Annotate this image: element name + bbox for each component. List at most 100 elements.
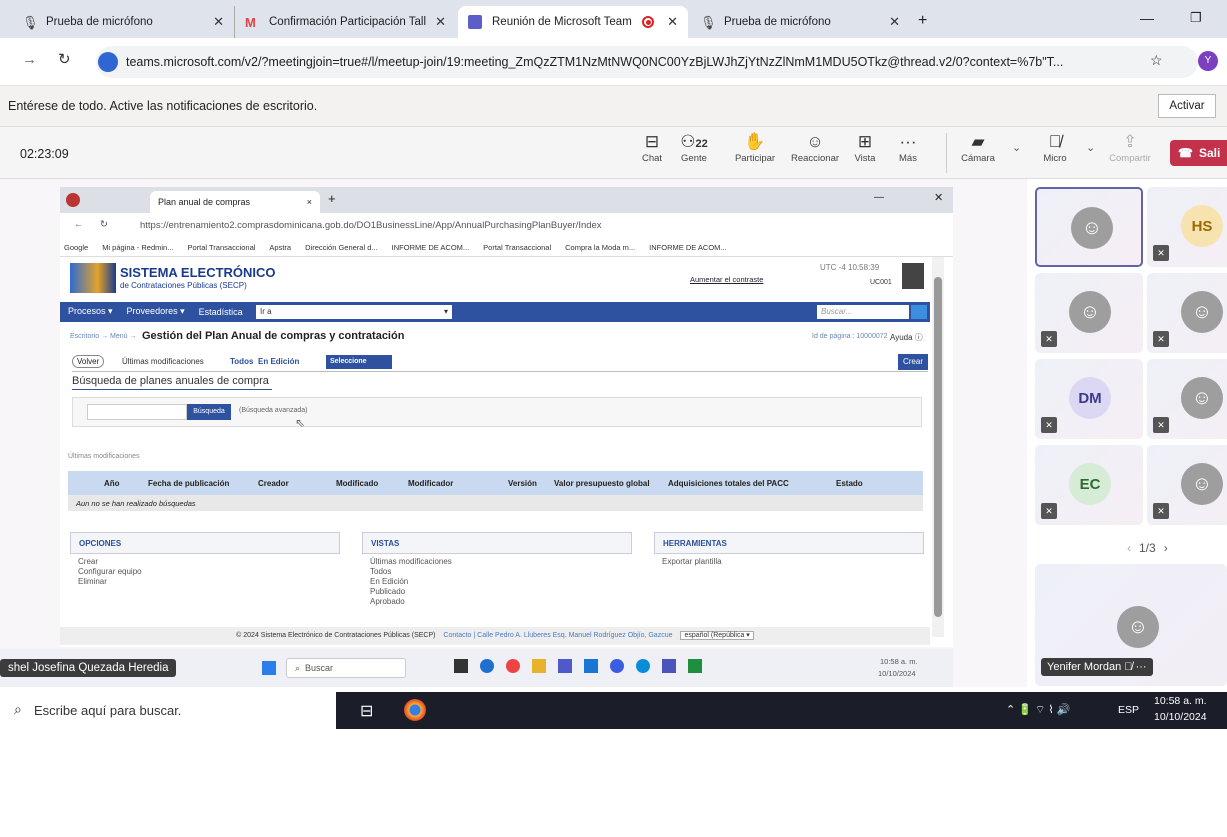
site-info-icon[interactable] <box>98 52 118 72</box>
pinned-apps <box>454 659 702 673</box>
participant-tile[interactable]: EC ✕ <box>1035 445 1143 525</box>
panel-link: Últimas modificaciones <box>370 557 452 566</box>
inner-search: ⌕ Buscar <box>286 658 406 678</box>
leave-button[interactable]: ☎ Sali <box>1170 140 1227 166</box>
participant-tile[interactable]: ☺ ✕ <box>1147 273 1227 353</box>
mic-off-icon: ✕ <box>1041 331 1057 347</box>
address-bar-row: → ↻ teams.microsoft.com/v2/?meetingjoin=… <box>0 38 1227 86</box>
more-button[interactable]: ··· Más <box>886 131 930 164</box>
recent-label: Últimas modificaciones <box>68 453 140 460</box>
nav-menu-item: Estadística <box>198 306 243 317</box>
gallery-pager: ‹ 1/3 › <box>1127 541 1168 555</box>
view-button[interactable]: ⊞ Vista <box>843 131 887 164</box>
panel-header: VISTAS <box>362 532 632 554</box>
restore-button[interactable]: ❐ <box>1190 10 1202 26</box>
react-button[interactable]: ☺ Reaccionar <box>788 131 842 164</box>
participant-tile[interactable]: ☺ <box>1035 187 1143 267</box>
back-icon: ← <box>74 219 84 230</box>
raise-hand-button[interactable]: ✋ Participar <box>730 131 780 164</box>
close-icon[interactable]: ✕ <box>435 14 446 30</box>
panel-link: Configurar equipo <box>78 567 142 576</box>
column-header: Modificador <box>408 479 454 488</box>
chevron-down-icon[interactable]: ⌄ <box>1012 141 1021 154</box>
column-header: Versión <box>508 479 537 488</box>
teams-icon <box>558 659 572 673</box>
divider <box>72 389 272 390</box>
close-icon[interactable]: ✕ <box>667 14 678 30</box>
mic-off-icon: ✕ <box>1153 417 1169 433</box>
tab-label: Prueba de micrófono <box>724 16 831 28</box>
column-header: Adquisiciones totales del PACC <box>668 479 789 488</box>
tab-mic-test-2[interactable]: 🎙 Prueba de micrófono ✕ <box>690 6 910 38</box>
mic-off-icon: 🎙̸ <box>1048 132 1062 151</box>
forward-button[interactable]: → <box>22 51 37 68</box>
chrome-icon[interactable] <box>404 699 426 721</box>
windows-logo-icon <box>262 661 276 675</box>
goto-select: Ir a ▾ <box>256 305 452 319</box>
panel-list: Crear Configurar equipo Eliminar <box>78 557 142 587</box>
camera-button[interactable]: ▰ Cámara <box>956 131 1000 164</box>
teams-icon <box>662 659 676 673</box>
input-language[interactable]: ESP <box>1118 704 1139 716</box>
close-icon[interactable]: ✕ <box>889 14 900 30</box>
divider <box>72 371 928 372</box>
panel-link: Aprobado <box>370 597 405 606</box>
mic-off-icon: ✕ <box>1153 331 1169 347</box>
more-icon: ··· <box>899 132 917 151</box>
tab-teams-meeting[interactable]: Reunión de Microsoft Team ✕ <box>458 6 688 38</box>
chevron-right-icon[interactable]: › <box>1164 541 1168 555</box>
chevron-down-icon[interactable]: ⌄ <box>1086 141 1095 154</box>
new-tab-icon: + <box>328 191 336 206</box>
participant-tile[interactable]: HS ✕ <box>1147 187 1227 267</box>
people-button[interactable]: ⚇22 Gente <box>672 131 716 164</box>
person-icon: ☺ <box>1117 606 1159 648</box>
smiley-icon: ☺ <box>806 132 824 151</box>
reload-icon[interactable]: ↻ <box>58 50 71 68</box>
panel-list: Exportar plantilla <box>662 557 722 567</box>
close-icon[interactable]: ✕ <box>213 14 224 30</box>
person-icon: ☺ <box>1181 463 1223 505</box>
mic-button[interactable]: 🎙̸ Micro <box>1033 131 1077 164</box>
presenter-label: shel Josefina Quezada Heredia <box>0 659 177 677</box>
participant-initials: EC <box>1069 463 1111 505</box>
tab-mic-test-1[interactable]: 🎙 Prueba de micrófono ✕ <box>12 6 234 38</box>
enable-notifications-button[interactable]: Activar <box>1158 94 1216 118</box>
chevron-left-icon[interactable]: ‹ <box>1127 541 1131 555</box>
profile-avatar[interactable]: Y <box>1198 51 1218 71</box>
participant-tile[interactable]: ☺ ✕ <box>1147 445 1227 525</box>
taskview-icon[interactable]: ⊟ <box>360 701 373 721</box>
tab-gmail[interactable]: M Confirmación Participación Tall ✕ <box>234 6 456 38</box>
bookmark-item: Portal Transaccional <box>187 243 256 252</box>
taskview-icon <box>454 659 468 673</box>
panel-header: OPCIONES <box>70 532 340 554</box>
self-video-tile[interactable]: ☺ Yenifer Mordan 🎙̸ ··· <box>1035 564 1227 686</box>
clock-time[interactable]: 10:58 a. m. <box>1154 695 1207 707</box>
secp-logo <box>70 263 116 293</box>
inner-time: 10:58 a. m. <box>880 657 918 666</box>
shared-address-bar: ← ↻ https://entrenamiento2.comprasdomini… <box>60 213 953 239</box>
mic-off-icon: ✕ <box>1041 417 1057 433</box>
clock-date[interactable]: 10/10/2024 <box>1154 711 1207 723</box>
shared-url: https://entrenamiento2.comprasdominicana… <box>140 220 602 231</box>
participant-tile[interactable]: ☺ ✕ <box>1035 273 1143 353</box>
tray-icons[interactable]: ⌃ 🔋 ⌔ ⌇ 🔊 <box>1006 703 1071 717</box>
nav-menu-item: Proveedores ▾ <box>126 306 185 316</box>
bookmark-star-icon[interactable]: ☆ <box>1150 52 1163 69</box>
share-button[interactable]: ⇪ Compartir <box>1104 131 1156 164</box>
tab-label: Prueba de micrófono <box>46 16 153 28</box>
chat-button[interactable]: ⊟ Chat <box>630 131 674 164</box>
close-icon: × <box>306 197 312 207</box>
minimize-button[interactable]: — <box>1140 10 1154 26</box>
notification-text: Entérese de todo. Active las notificacio… <box>8 99 318 113</box>
bookmark-item: Google <box>64 243 89 252</box>
url-field[interactable]: teams.microsoft.com/v2/?meetingjoin=true… <box>96 46 1198 78</box>
grid-icon: ⊞ <box>857 132 873 151</box>
tab-all: Todos <box>230 357 254 366</box>
advanced-search-link: (Búsqueda avanzada) <box>239 407 308 414</box>
taskbar-search[interactable]: ⌕ Escribe aquí para buscar. <box>0 692 336 729</box>
new-tab-button[interactable]: + <box>918 12 927 30</box>
participant-tile[interactable]: DM ✕ <box>1035 359 1143 439</box>
user-code: UC001 <box>870 279 892 286</box>
participant-tile[interactable]: ☺ ✕ <box>1147 359 1227 439</box>
bookmark-item: Dirección General d... <box>305 243 378 252</box>
